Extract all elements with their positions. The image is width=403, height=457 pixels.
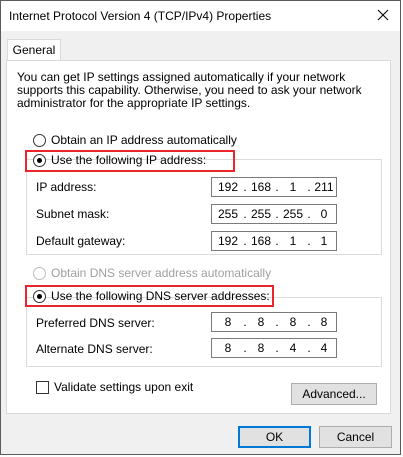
ok-button[interactable]: OK	[238, 426, 311, 448]
title-bar: Internet Protocol Version 4 (TCP/IPv4) P…	[1, 1, 400, 31]
octet: 8	[289, 315, 297, 329]
cancel-button[interactable]: Cancel	[319, 426, 392, 448]
radio-label: Obtain an IP address automatically	[51, 133, 237, 147]
close-icon[interactable]	[376, 8, 390, 22]
alternate-dns-field[interactable]: 8 . 8 . 4 . 4	[211, 338, 337, 358]
octet: 4	[320, 341, 328, 355]
octet: 4	[289, 341, 297, 355]
subnet-mask-field[interactable]: 255 . 255 . 255 . 0	[211, 204, 337, 224]
subnet-mask-label: Subnet mask:	[36, 207, 110, 221]
validate-checkbox[interactable]	[36, 381, 49, 394]
alternate-dns-label: Alternate DNS server:	[36, 342, 153, 356]
octet: 192	[217, 180, 239, 194]
ip-address-field[interactable]: 192 . 168 . 1 . 211	[211, 177, 337, 197]
radio-label: Obtain DNS server address automatically	[51, 266, 272, 280]
highlight-box	[25, 285, 274, 307]
octet: 8	[224, 341, 232, 355]
octet: 255	[282, 207, 304, 221]
octet: 192	[217, 234, 239, 248]
highlight-box	[25, 150, 235, 172]
octet: 1	[289, 234, 297, 248]
window-title: Internet Protocol Version 4 (TCP/IPv4) P…	[9, 9, 272, 23]
description-text: You can get IP settings assigned automat…	[17, 70, 362, 110]
octet: 8	[320, 315, 328, 329]
default-gateway-field[interactable]: 192 . 168 . 1 . 1	[211, 231, 337, 251]
octet: 211	[314, 180, 334, 194]
preferred-dns-field[interactable]: 8 . 8 . 8 . 8	[211, 312, 337, 332]
ip-address-label: IP address:	[36, 180, 97, 194]
tab-general[interactable]: General	[7, 39, 61, 61]
octet: 0	[320, 207, 328, 221]
preferred-dns-label: Preferred DNS server:	[36, 316, 155, 330]
validate-checkbox-label: Validate settings upon exit	[54, 380, 194, 394]
octet: 8	[257, 315, 265, 329]
octet: 168	[250, 234, 272, 248]
octet: 1	[289, 180, 297, 194]
advanced-button[interactable]: Advanced...	[291, 383, 377, 405]
octet: 255	[217, 207, 239, 221]
octet: 8	[224, 315, 232, 329]
radio-button[interactable]	[33, 267, 46, 280]
octet: 255	[250, 207, 272, 221]
octet: 1	[320, 234, 328, 248]
octet: 8	[257, 341, 265, 355]
octet: 168	[250, 180, 272, 194]
radio-button[interactable]	[33, 134, 46, 147]
default-gateway-label: Default gateway:	[36, 234, 126, 248]
